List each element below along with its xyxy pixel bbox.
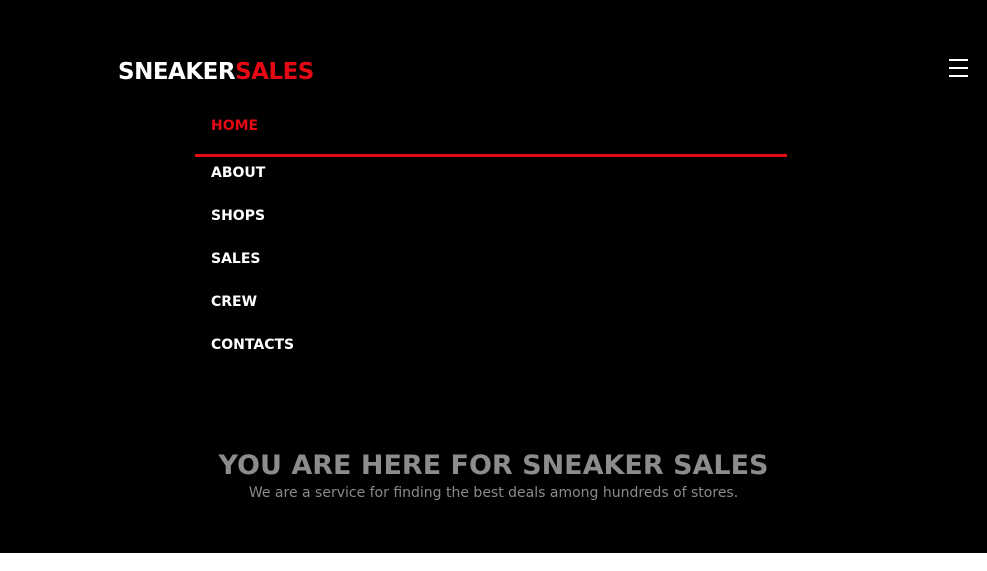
nav-item-crew[interactable]: CREW [195,286,787,329]
menu-bar-middle [949,67,968,69]
page-background: SNEAKERSALES HOME ABOUT SHOPS SALES CREW… [0,0,987,553]
hero-section: YOU ARE HERE FOR SNEAKER SALES We are a … [0,448,987,502]
menu-bar-top [949,59,968,61]
nav-item-contacts[interactable]: CONTACTS [195,329,787,372]
main-navigation: HOME ABOUT SHOPS SALES CREW CONTACTS [195,110,787,372]
nav-item-about[interactable]: ABOUT [195,157,787,200]
hero-title: YOU ARE HERE FOR SNEAKER SALES [218,450,769,481]
nav-item-shops[interactable]: SHOPS [195,200,787,243]
logo-text-sneaker: SNEAKER [118,59,236,85]
logo-text-sales: SALES [235,59,314,85]
hamburger-menu-icon[interactable] [947,57,971,81]
menu-bar-bottom [949,75,968,77]
hero-subtitle: We are a service for finding the best de… [248,485,739,501]
nav-item-home[interactable]: HOME [195,110,787,157]
nav-item-sales[interactable]: SALES [195,243,787,286]
site-logo[interactable]: SNEAKERSALES [118,57,314,87]
